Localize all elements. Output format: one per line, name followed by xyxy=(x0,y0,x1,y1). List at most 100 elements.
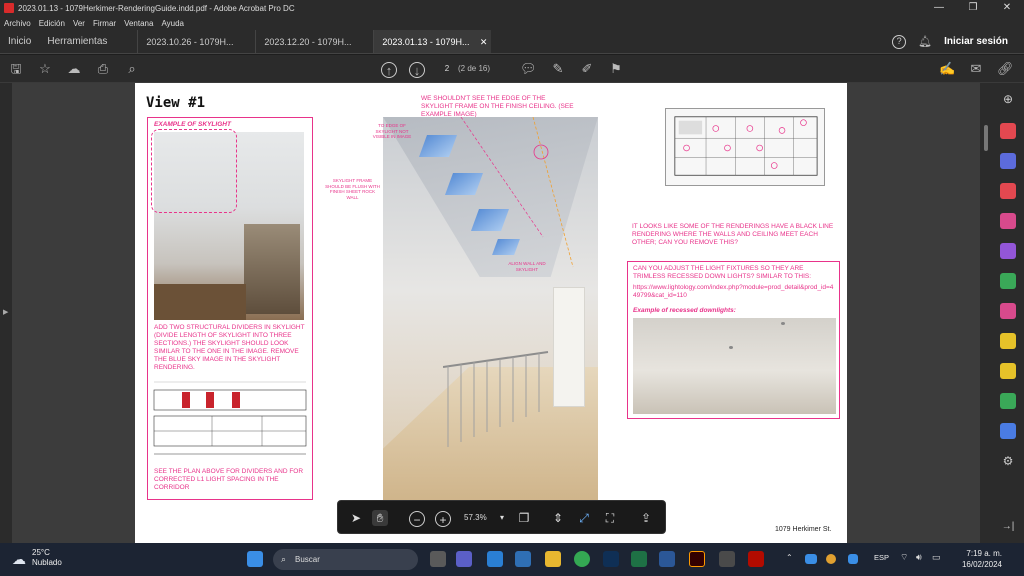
lightology-link[interactable]: https://www.lightology.com/index.php?mod… xyxy=(633,284,836,300)
page-layout-icon[interactable]: ❐ xyxy=(516,510,532,526)
volume-icon[interactable]: 🔊︎ xyxy=(916,552,922,563)
menu-edicion[interactable]: Edición xyxy=(39,19,65,28)
task-view-icon[interactable] xyxy=(430,551,446,567)
maximize-button[interactable]: ❐ xyxy=(956,0,990,16)
fit-page-icon[interactable]: ⇕ xyxy=(550,510,566,526)
tab-tools[interactable]: Herramientas xyxy=(39,30,115,53)
window-controls: — ❐ ✕ xyxy=(922,0,1024,16)
comment-icon[interactable]: 💬︎ xyxy=(520,61,537,77)
calculator-app-icon[interactable] xyxy=(719,551,735,567)
mail-icon[interactable]: ✉ xyxy=(968,61,984,77)
create-pdf-icon[interactable] xyxy=(1000,123,1016,139)
read-mode-icon[interactable]: ⇪ xyxy=(638,510,654,526)
save-icon[interactable]: 🖫︎ xyxy=(8,61,24,77)
dropbox-icon[interactable] xyxy=(848,554,858,564)
main-toolbar: 🖫︎ ☆ ☁︎ ⎙ ⌕ ↑ ↓ 2 (2 de 16) 💬︎ ✎ ✐ ⚑ ✍ ✉… xyxy=(0,55,1024,83)
mail-app-icon[interactable] xyxy=(487,551,503,567)
page-number-input[interactable]: 2 xyxy=(437,61,457,77)
protect-icon[interactable] xyxy=(1000,423,1016,439)
tab-home[interactable]: Inicio xyxy=(0,30,39,53)
file-explorer-icon[interactable] xyxy=(545,551,561,567)
print-icon[interactable]: ⎙ xyxy=(95,61,111,77)
zoom-search-icon[interactable]: ⌕ xyxy=(124,61,140,77)
print-production-icon[interactable] xyxy=(1000,393,1016,409)
minimize-button[interactable]: — xyxy=(922,0,956,16)
select-cursor-icon[interactable]: ➤ xyxy=(348,510,364,526)
word-icon[interactable] xyxy=(659,551,675,567)
help-icon[interactable]: ? xyxy=(892,34,907,49)
downlight-fixture xyxy=(729,346,733,349)
bell-icon[interactable]: 🔔︎ xyxy=(918,35,932,48)
close-button[interactable]: ✕ xyxy=(990,0,1024,16)
close-tab-icon[interactable]: ✕ xyxy=(480,30,488,54)
language-indicator[interactable]: ESP xyxy=(874,553,889,562)
excel-icon[interactable] xyxy=(631,551,647,567)
light-fixture-panel: CAN YOU ADJUST THE LIGHT FIXTURES SO THE… xyxy=(627,261,840,419)
acrobat-taskbar-icon[interactable] xyxy=(748,551,764,567)
weather-desc: Nublado xyxy=(32,558,62,567)
calculator-icon[interactable] xyxy=(515,551,531,567)
weather-widget[interactable]: 25°C Nublado xyxy=(32,548,62,568)
fit-width-icon[interactable]: ⤢ xyxy=(576,510,592,526)
next-page-icon[interactable]: ↓ xyxy=(409,62,425,78)
fill-sign-tool-icon[interactable] xyxy=(1000,243,1016,259)
search-icon: ⌕ xyxy=(281,554,287,564)
menu-firmar[interactable]: Firmar xyxy=(93,19,116,28)
vertical-scrollbar[interactable] xyxy=(980,83,992,543)
prev-page-icon[interactable]: ↑ xyxy=(381,62,397,78)
menu-ayuda[interactable]: Ayuda xyxy=(161,19,184,28)
onedrive-icon[interactable] xyxy=(805,554,817,564)
fill-sign-icon[interactable]: ✍ xyxy=(939,61,955,77)
wifi-icon[interactable]: ⌔ xyxy=(900,552,908,563)
skylight-example-photo xyxy=(151,129,304,320)
scrollbar-thumb[interactable] xyxy=(984,125,988,151)
zoom-level[interactable]: 57.3% xyxy=(464,510,487,526)
bookmark-star-icon[interactable]: ☆ xyxy=(37,61,53,77)
request-signatures-icon[interactable] xyxy=(1000,333,1016,349)
zoom-in-icon[interactable]: ⊕ xyxy=(1000,91,1016,107)
chrome-icon[interactable] xyxy=(574,551,590,567)
highlight-pen-icon[interactable]: ✎ xyxy=(550,61,566,77)
full-screen-icon[interactable]: ⛶ xyxy=(602,510,618,526)
sync-icon[interactable] xyxy=(826,554,836,564)
doc-tab-label: 2023.12.20 - 1079H... xyxy=(264,37,352,47)
compress-pdf-icon[interactable] xyxy=(1000,303,1016,319)
system-clock[interactable]: 7:19 a. m. 16/02/2024 xyxy=(952,548,1002,570)
page-count: (2 de 16) xyxy=(458,64,491,73)
combine-files-icon[interactable] xyxy=(1000,153,1016,169)
battery-icon[interactable]: ▭ xyxy=(932,552,941,563)
menu-archivo[interactable]: Archivo xyxy=(4,19,31,28)
more-tools-icon[interactable]: ⚙ xyxy=(1000,453,1016,469)
zoom-out-icon[interactable]: − xyxy=(409,511,425,527)
collapse-pane-icon[interactable]: →| xyxy=(1000,519,1016,535)
taskbar-search[interactable]: ⌕ Buscar xyxy=(273,549,418,570)
menu-ver[interactable]: Ver xyxy=(73,19,85,28)
organize-pages-icon[interactable] xyxy=(1000,183,1016,199)
signin-button[interactable]: Iniciar sesión xyxy=(944,36,1008,47)
comment-tool-icon[interactable] xyxy=(1000,363,1016,379)
edit-pdf-icon[interactable] xyxy=(1000,213,1016,229)
share-link-icon[interactable]: 🔗︎ xyxy=(997,61,1014,77)
stamp-icon[interactable]: ⚑ xyxy=(608,61,624,77)
teams-icon[interactable] xyxy=(456,551,472,567)
hand-tool-icon[interactable]: ✋︎ xyxy=(372,510,388,526)
zoom-in-button-icon[interactable]: + xyxy=(435,511,451,527)
draw-icon[interactable]: ✐ xyxy=(579,61,595,77)
left-panel-toggle[interactable]: ▶ xyxy=(0,83,12,543)
tray-overflow-icon[interactable]: ⌃ xyxy=(786,553,793,562)
photoshop-icon[interactable] xyxy=(603,551,619,567)
annotation-frame-flush: SKYLIGHT FRAME SHOULD BE FLUSH WITH FINI… xyxy=(325,178,380,200)
doc-tab[interactable]: 2023.10.26 - 1079H... xyxy=(137,30,255,53)
menu-ventana[interactable]: Ventana xyxy=(124,19,153,28)
export-pdf-icon[interactable] xyxy=(1000,273,1016,289)
page-footer: 1079 Herkimer St. xyxy=(775,526,832,533)
markup-lines xyxy=(460,117,574,268)
doc-tab[interactable]: 2023.12.20 - 1079H... xyxy=(255,30,373,53)
illustrator-icon[interactable] xyxy=(689,551,705,567)
doc-tab-active[interactable]: 2023.01.13 - 1079H... ✕ xyxy=(373,30,492,54)
downlight-example-photo xyxy=(633,318,836,414)
windows-start-icon[interactable] xyxy=(247,551,263,567)
zoom-dropdown-icon[interactable]: ▾ xyxy=(494,510,510,526)
expand-left-icon[interactable]: ▶ xyxy=(3,308,8,316)
upload-cloud-icon[interactable]: ☁︎ xyxy=(66,61,82,77)
